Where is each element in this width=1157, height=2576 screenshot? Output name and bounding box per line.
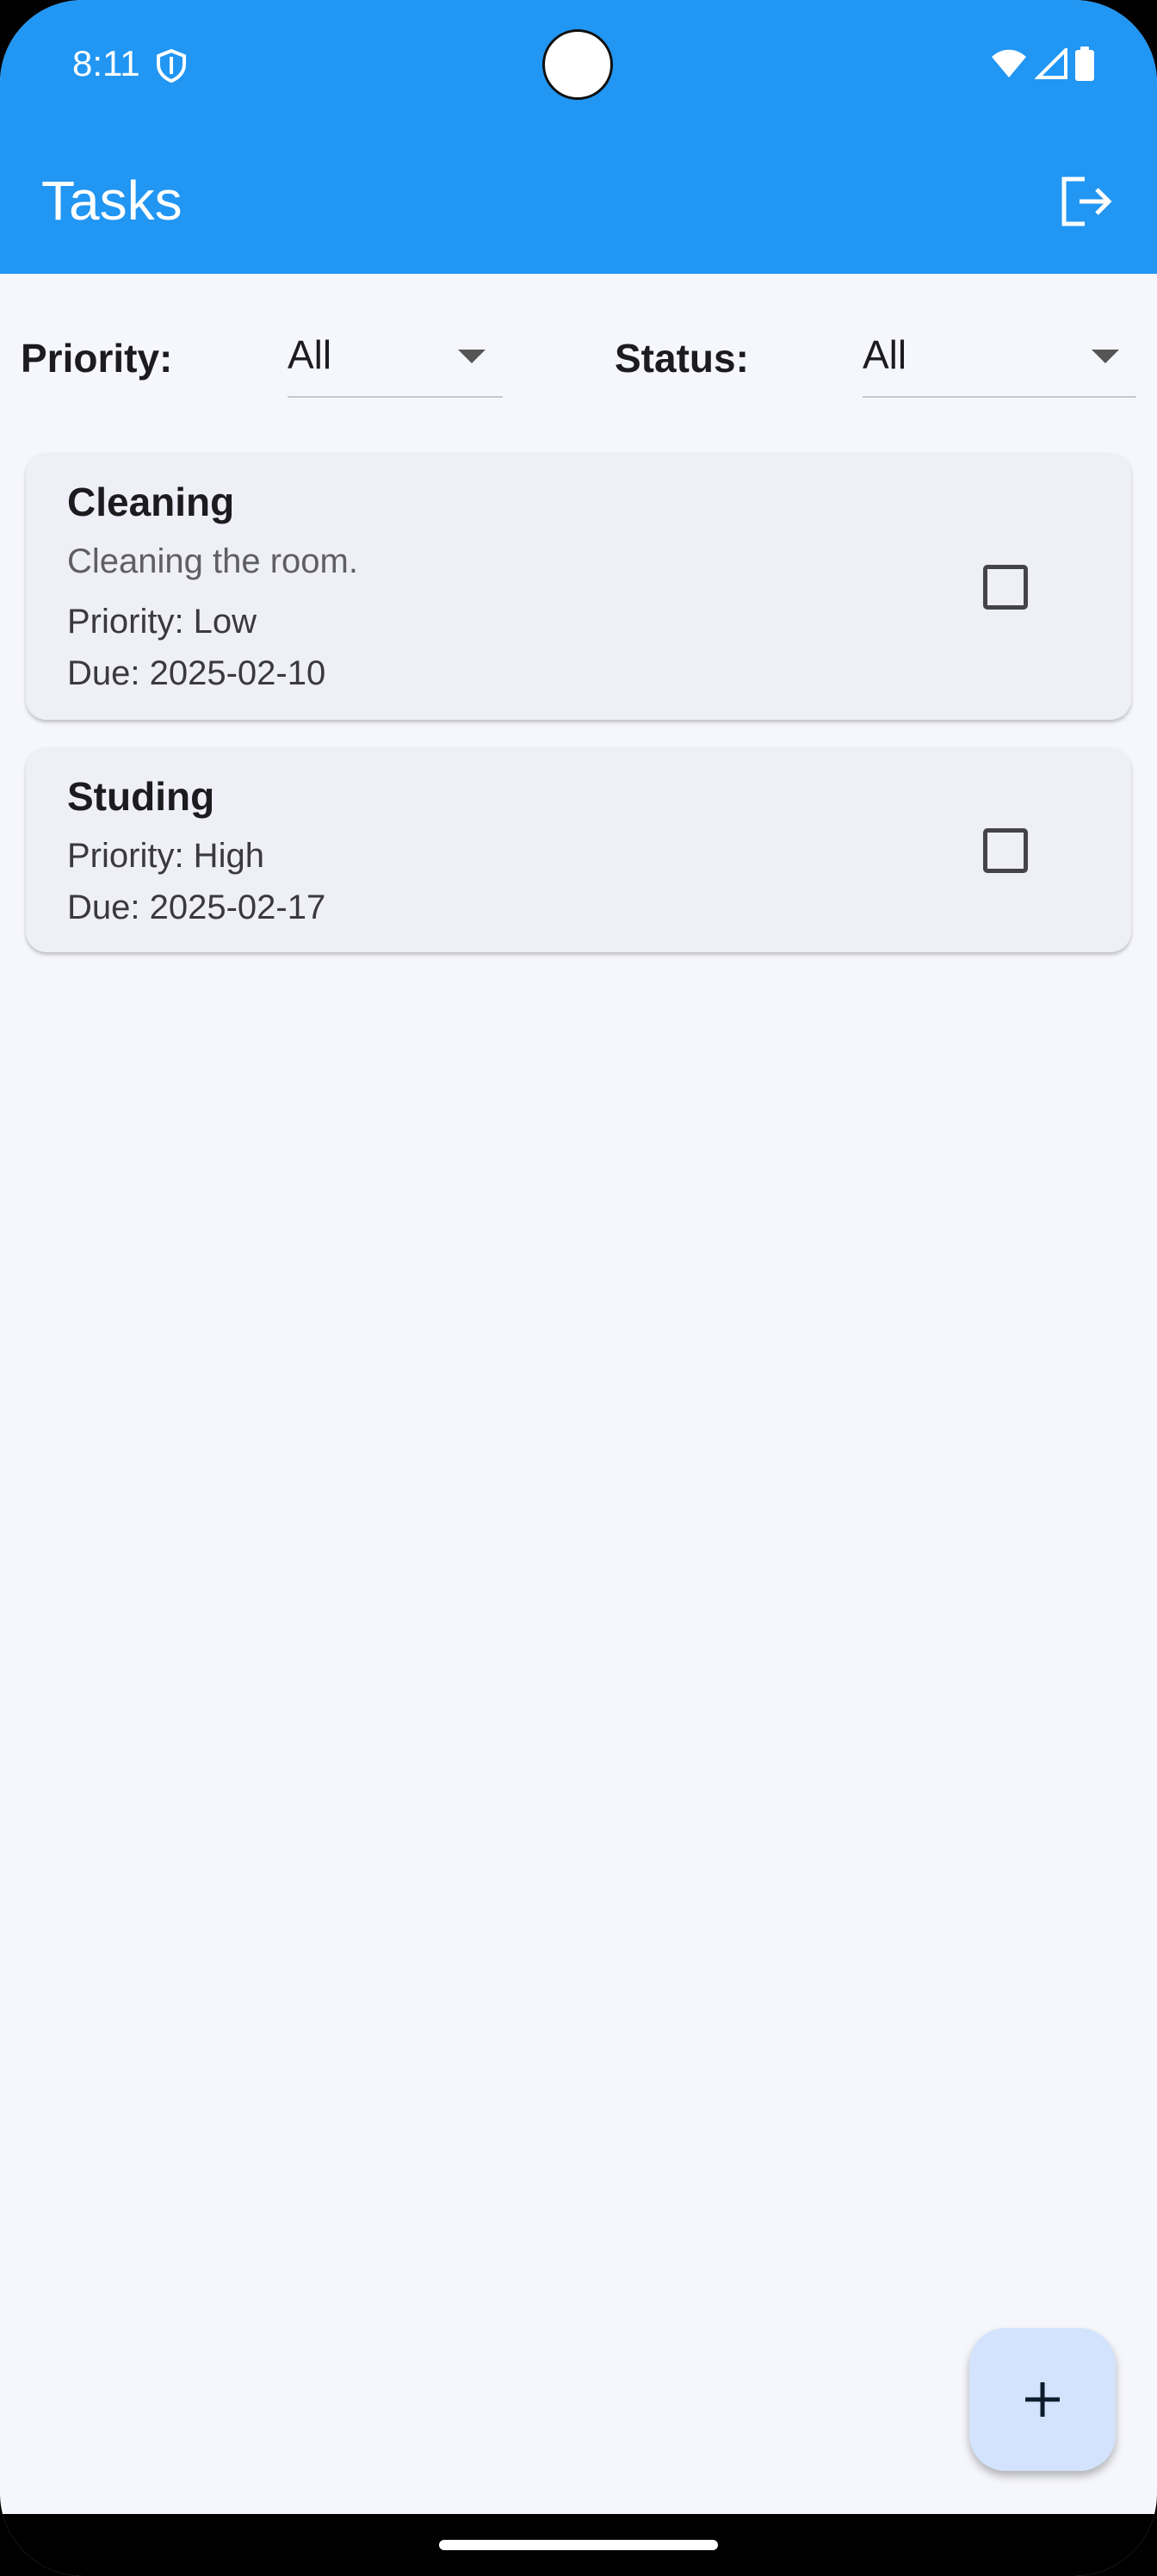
priority-filter-dropdown[interactable]: All	[288, 325, 503, 398]
task-title: Studing	[67, 774, 215, 819]
status-filter-dropdown[interactable]: All	[863, 325, 1136, 398]
status-icons	[990, 45, 1095, 83]
status-time: 8:11	[72, 43, 140, 84]
dropdown-arrow-icon	[1092, 350, 1119, 363]
task-list-screen: 8:11 Tasks Priority: All Status: All Cle…	[0, 0, 1157, 2576]
task-complete-checkbox[interactable]	[983, 565, 1028, 610]
add-task-button[interactable]	[969, 2328, 1116, 2471]
cellular-signal-icon	[1035, 48, 1067, 79]
shield-icon	[157, 48, 186, 83]
priority-filter-value: All	[288, 332, 332, 377]
task-priority: Priority: High	[67, 837, 264, 875]
page-title: Tasks	[41, 170, 183, 232]
task-complete-checkbox[interactable]	[983, 828, 1028, 873]
status-filter-label: Status:	[615, 336, 749, 381]
battery-icon	[1075, 46, 1094, 81]
task-title: Cleaning	[67, 480, 235, 524]
plus-icon	[1025, 2382, 1060, 2417]
task-card[interactable]: Studing Priority: High Due: 2025-02-17	[26, 747, 1131, 952]
status-filter-value: All	[863, 332, 907, 377]
task-due-date: Due: 2025-02-17	[67, 889, 326, 926]
task-card[interactable]: Cleaning Cleaning the room. Priority: Lo…	[26, 453, 1131, 720]
dropdown-arrow-icon	[458, 350, 486, 363]
home-gesture-handle[interactable]	[439, 2540, 718, 2550]
logout-button[interactable]	[1054, 169, 1119, 234]
wifi-icon	[992, 49, 1026, 77]
logout-icon	[1061, 176, 1112, 226]
camera-cutout	[542, 29, 613, 100]
task-due-date: Due: 2025-02-10	[67, 654, 326, 692]
priority-filter-label: Priority:	[21, 336, 173, 381]
task-priority: Priority: Low	[67, 603, 257, 641]
task-description: Cleaning the room.	[67, 542, 358, 580]
